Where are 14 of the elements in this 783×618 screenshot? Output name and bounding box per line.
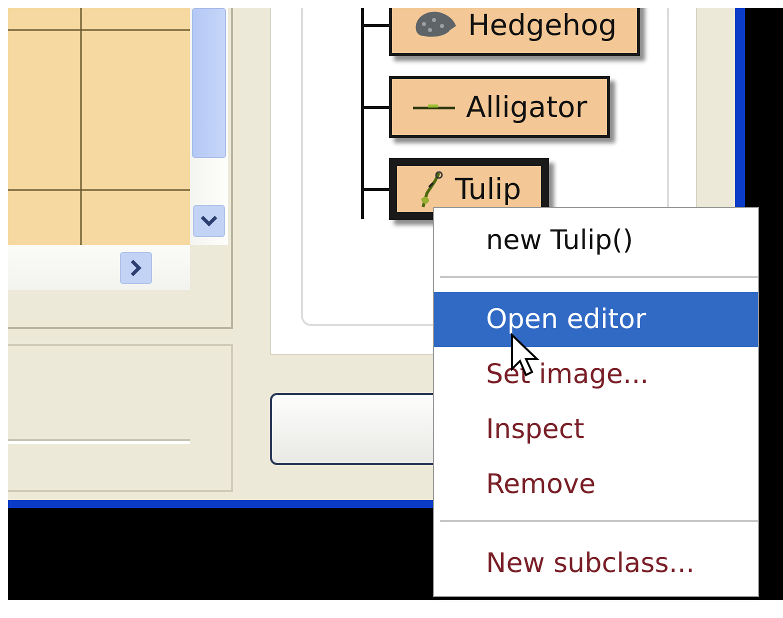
menu-item[interactable]: Inspect bbox=[434, 402, 758, 457]
chevron-down-icon bbox=[200, 215, 218, 227]
chevron-right-icon bbox=[130, 258, 142, 276]
menu-item[interactable]: Open editor bbox=[434, 292, 758, 347]
scroll-down-button[interactable] bbox=[193, 205, 225, 237]
horizontal-scrollbar[interactable] bbox=[8, 245, 190, 290]
menu-item[interactable]: Remove bbox=[434, 457, 758, 512]
menu-item[interactable]: New subclass... bbox=[434, 536, 758, 591]
scroll-right-button[interactable] bbox=[120, 252, 152, 284]
slider-track[interactable] bbox=[8, 439, 190, 444]
vertical-scrollbar[interactable] bbox=[190, 8, 228, 245]
scroll-thumb[interactable] bbox=[192, 8, 226, 158]
class-box[interactable]: Alligator bbox=[389, 76, 610, 138]
class-box[interactable]: Hedgehog bbox=[389, 8, 640, 56]
